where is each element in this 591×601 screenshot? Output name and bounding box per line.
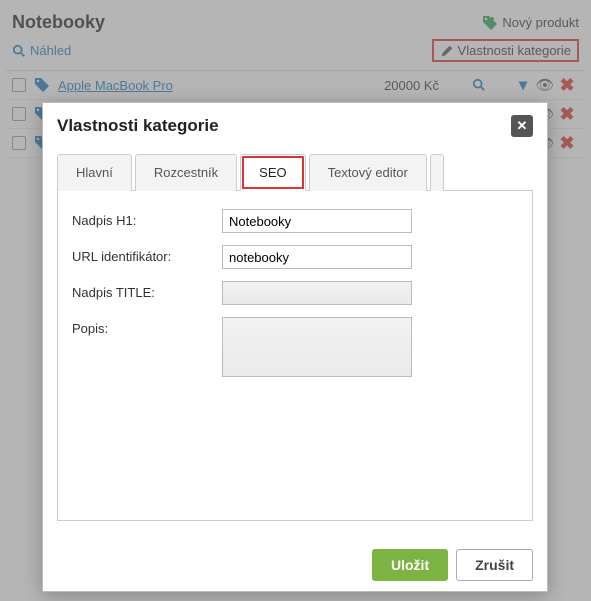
- desc-label: Popis:: [72, 317, 222, 336]
- title-input[interactable]: [222, 281, 412, 305]
- tab-main[interactable]: Hlavní: [57, 154, 132, 191]
- close-icon[interactable]: ✕: [511, 115, 533, 137]
- tab-overflow[interactable]: [430, 154, 444, 191]
- seo-form: Nadpis H1: URL identifikátor: Nadpis TIT…: [57, 191, 533, 521]
- desc-textarea[interactable]: [222, 317, 412, 377]
- tab-seo[interactable]: SEO: [240, 154, 305, 191]
- h1-label: Nadpis H1:: [72, 209, 222, 228]
- category-properties-modal: Vlastnosti kategorie ✕ Hlavní Rozcestník…: [42, 102, 548, 592]
- tab-signpost[interactable]: Rozcestník: [135, 154, 237, 191]
- save-button[interactable]: Uložit: [372, 549, 448, 581]
- title-label: Nadpis TITLE:: [72, 281, 222, 300]
- cancel-button[interactable]: Zrušit: [456, 549, 533, 581]
- modal-title: Vlastnosti kategorie: [57, 116, 219, 136]
- url-input[interactable]: [222, 245, 412, 269]
- h1-input[interactable]: [222, 209, 412, 233]
- modal-tabs: Hlavní Rozcestník SEO Textový editor: [57, 153, 533, 191]
- url-label: URL identifikátor:: [72, 245, 222, 264]
- tab-editor[interactable]: Textový editor: [309, 154, 427, 191]
